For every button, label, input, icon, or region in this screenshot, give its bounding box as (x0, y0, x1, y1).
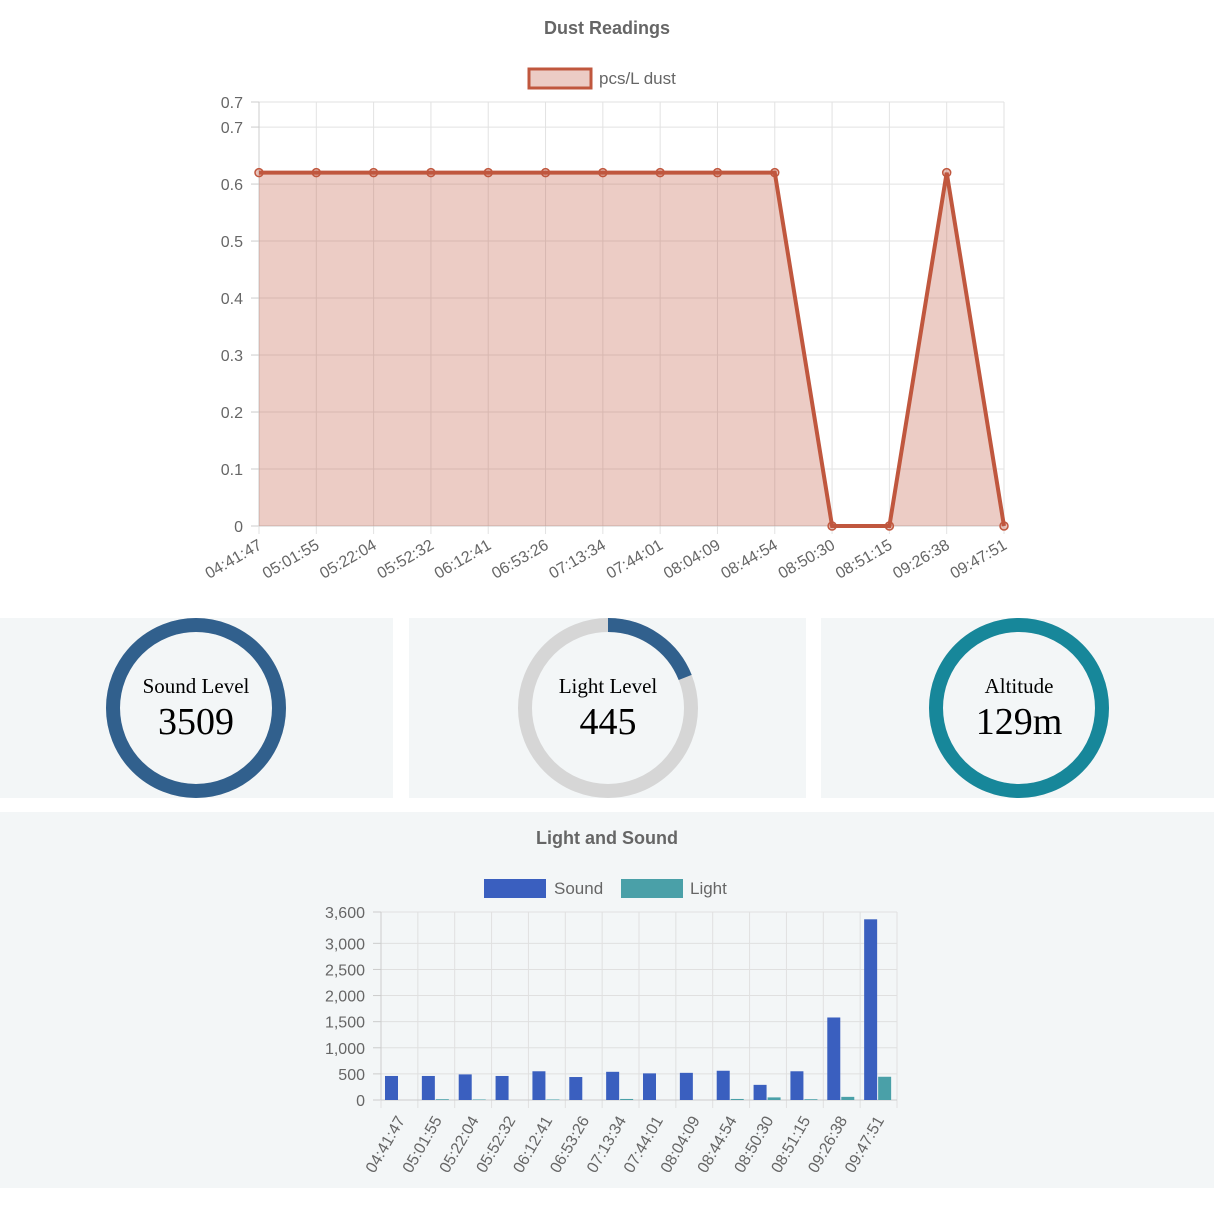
light-bar (472, 1099, 486, 1100)
bar-y-tick-label: 1,500 (325, 1015, 365, 1032)
dust-y-tick-label: 0.3 (221, 348, 243, 365)
dust-data-point (999, 521, 1009, 531)
light-bar (767, 1097, 781, 1100)
bar-y-tick-label: 0 (356, 1093, 365, 1110)
dust-x-tick-label: 06:12:41 (432, 537, 495, 583)
dust-x-tick-label: 08:04:09 (661, 537, 724, 583)
dust-y-tick-label: 0.1 (221, 462, 243, 479)
dust-x-tick-label: 04:41:47 (203, 537, 266, 583)
sound-bar (643, 1073, 656, 1100)
sound-level-label: Sound Level (142, 674, 250, 698)
bar-y-tick-label: 2,000 (325, 989, 365, 1006)
dust-data-point (254, 167, 264, 178)
dust-data-point (827, 521, 837, 531)
dust-x-tick-label: 06:53:26 (489, 537, 552, 583)
sound-bar (753, 1084, 767, 1100)
dust-data-point (712, 167, 723, 178)
sound-legend[interactable]: Sound (484, 879, 603, 898)
dust-data-point (655, 167, 665, 178)
bar-y-tick-label: 2,500 (325, 962, 365, 979)
light-legend-swatch (621, 879, 683, 898)
dust-data-point (598, 167, 608, 178)
altitude-value: 129m (975, 701, 1063, 743)
sound-bar (827, 1017, 841, 1100)
light-level-panel: Light Level 445 (409, 618, 806, 798)
dust-x-tick-label: 05:52:32 (374, 537, 437, 583)
dust-legend[interactable]: pcs/L dust (527, 67, 676, 90)
dust-y-tick-label: 0.7 (221, 95, 243, 112)
bar-y-tick-label: 3,600 (325, 905, 365, 922)
sound-bar (421, 1075, 435, 1100)
light-legend-label: Light (690, 879, 727, 898)
dust-x-tick-label: 08:50:30 (776, 537, 839, 583)
dust-y-tick-label: 0 (234, 519, 243, 536)
dust-area-fill (259, 172, 1004, 526)
bar-y-tick-label: 3,000 (325, 936, 365, 953)
dust-data-point (770, 167, 780, 178)
sound-level-value: 3509 (158, 701, 234, 743)
sound-legend-swatch (484, 879, 546, 898)
light-bar (546, 1099, 560, 1100)
sound-bar (458, 1074, 472, 1100)
altitude-panel: Altitude 129m (821, 618, 1214, 798)
dust-y-tick-label: 0.4 (221, 291, 243, 308)
sound-bar (385, 1075, 398, 1100)
light-level-value: 445 (579, 701, 637, 743)
dust-data-point (884, 521, 895, 531)
dust-x-tick-label: 05:22:04 (317, 537, 380, 583)
light-bar (841, 1096, 855, 1100)
dust-x-tick-label: 07:13:34 (546, 537, 609, 583)
dust-data-point (540, 167, 551, 178)
dust-data-point (941, 167, 952, 178)
dust-y-tick-label: 0.7 (221, 120, 243, 137)
sound-bar (606, 1071, 620, 1100)
dust-chart: pcs/L dust 0 0.1 0.2 0.3 0.4 0.5 0.6 0.7 0.7 04:4… (203, 67, 1011, 583)
altitude-label: Altitude (984, 674, 1054, 698)
sound-bar (532, 1071, 546, 1100)
dust-data-point (311, 167, 322, 178)
dust-data-point (483, 167, 493, 178)
dust-x-tick-label: 09:26:38 (890, 537, 953, 583)
light-level-label: Light Level (558, 674, 658, 698)
dust-x-tick-label: 08:44:54 (718, 537, 781, 583)
light-bar (878, 1076, 892, 1100)
sound-bar (716, 1070, 730, 1100)
light-bar (435, 1099, 449, 1100)
sound-bar (864, 919, 878, 1100)
bar-y-tick-label: 1,000 (325, 1041, 365, 1058)
light-bar (804, 1099, 818, 1100)
dust-x-tick-label: 05:01:55 (260, 537, 323, 583)
light-sound-chart: Sound Light 0 500 1,000 1,500 2,000 2,500 3,00… (325, 879, 898, 1176)
dust-x-tick-label: 09:47:51 (948, 537, 1011, 583)
dust-legend-label: pcs/L dust (599, 69, 676, 88)
sound-bar (679, 1072, 693, 1100)
light-bar (620, 1098, 634, 1100)
light-bar (730, 1098, 744, 1100)
dust-legend-swatch (527, 67, 593, 90)
dust-x-tick-label: 08:51:15 (833, 537, 896, 583)
dust-y-tick-label: 0.2 (221, 405, 243, 422)
dust-data-point (426, 167, 436, 178)
dust-y-tick-label: 0.5 (221, 234, 243, 251)
dust-y-tick-label: 0.6 (221, 177, 243, 194)
sound-level-panel: Sound Level 3509 (0, 618, 393, 798)
dust-data-point (368, 167, 379, 178)
dust-x-tick-label: 07:44:01 (604, 537, 667, 583)
sound-bar (495, 1075, 509, 1100)
sound-bar (569, 1077, 583, 1100)
light-legend[interactable]: Light (621, 879, 727, 898)
sound-bar (790, 1071, 804, 1100)
sound-legend-label: Sound (554, 879, 603, 898)
bar-y-tick-label: 500 (338, 1067, 365, 1084)
